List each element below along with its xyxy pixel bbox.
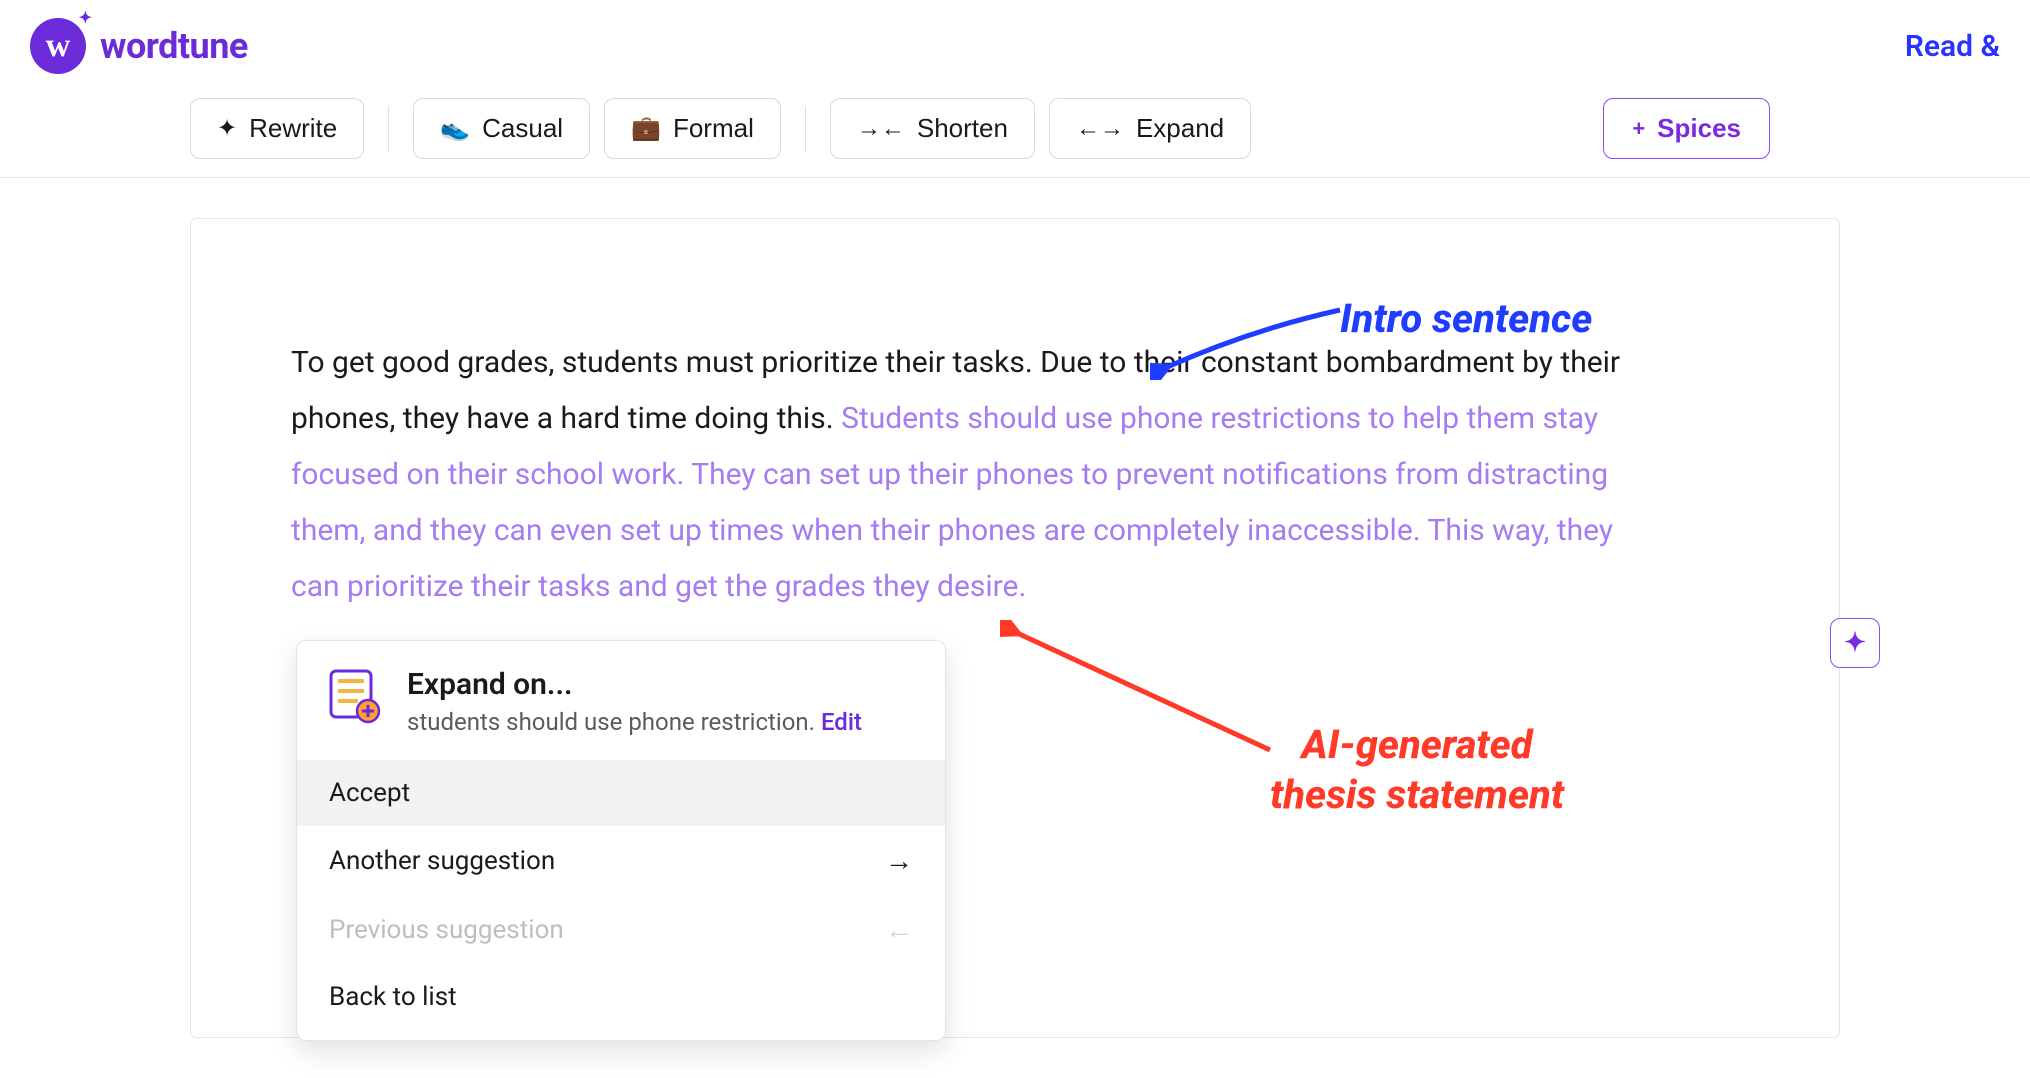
toolbar-separator (388, 106, 389, 152)
popover-edit-link[interactable]: Edit (821, 708, 862, 736)
arrow-right-icon: → (885, 844, 913, 877)
shorten-button[interactable]: →← Shorten (830, 98, 1035, 159)
toolbar-separator (805, 106, 806, 152)
popover-another-suggestion[interactable]: Another suggestion → (297, 826, 945, 895)
rewrite-label: Rewrite (249, 113, 337, 144)
insert-content-button[interactable]: ✦ (1830, 618, 1880, 668)
popover-previous-label: Previous suggestion (329, 915, 564, 945)
arrow-left-icon: ← (885, 913, 913, 946)
popover-accept[interactable]: Accept (297, 760, 945, 826)
app-header: w wordtune Read & (0, 0, 2030, 88)
shorten-label: Shorten (917, 113, 1008, 144)
formal-label: Formal (673, 113, 754, 144)
popover-actions-list: Accept Another suggestion → Previous sug… (297, 754, 945, 1030)
formal-button[interactable]: 💼 Formal (604, 98, 781, 159)
spices-label: Spices (1657, 113, 1741, 144)
popover-subtitle: students should use phone restriction. E… (407, 708, 862, 736)
popover-another-label: Another suggestion (329, 846, 555, 876)
popover-accept-label: Accept (329, 778, 410, 808)
expand-icon: ←→ (1076, 117, 1124, 141)
logo[interactable]: w wordtune (30, 18, 248, 74)
suggestion-popover: Expand on... students should use phone r… (296, 640, 946, 1041)
spices-button[interactable]: + Spices (1603, 98, 1770, 159)
popover-previous-suggestion: Previous suggestion ← (297, 895, 945, 964)
read-summarize-link[interactable]: Read & (1905, 29, 2000, 64)
toolbar: ✦ Rewrite 👟 Casual 💼 Formal →← Shorten ←… (0, 88, 2030, 178)
popover-back-label: Back to list (329, 982, 457, 1012)
logo-mark-icon: w (30, 18, 86, 74)
popover-back-to-list[interactable]: Back to list (297, 964, 945, 1030)
popover-subtitle-text: students should use phone restriction. (407, 708, 821, 736)
casual-button[interactable]: 👟 Casual (413, 98, 590, 159)
annotation-intro: Intro sentence (1340, 295, 1592, 342)
plus-icon: + (1632, 116, 1645, 142)
annotation-ai-line1: AI-generated (1302, 721, 1533, 768)
sparkle-plus-icon: ✦ (1844, 628, 1866, 658)
compress-icon: →← (857, 117, 905, 141)
sneaker-icon: 👟 (440, 117, 470, 141)
expand-label: Expand (1136, 113, 1224, 144)
sparkle-icon: ✦ (217, 117, 237, 141)
annotation-ai-line2: thesis statement (1270, 771, 1564, 818)
briefcase-icon: 💼 (631, 117, 661, 141)
document-text[interactable]: To get good grades, students must priori… (291, 335, 1651, 615)
rewrite-button[interactable]: ✦ Rewrite (190, 98, 364, 159)
logo-text: wordtune (100, 25, 248, 67)
popover-title: Expand on... (407, 667, 862, 702)
expand-button[interactable]: ←→ Expand (1049, 98, 1251, 159)
annotation-ai-thesis: AI-generated thesis statement (1270, 720, 1564, 820)
expand-document-icon (325, 667, 383, 725)
casual-label: Casual (482, 113, 563, 144)
popover-header: Expand on... students should use phone r… (297, 659, 945, 754)
